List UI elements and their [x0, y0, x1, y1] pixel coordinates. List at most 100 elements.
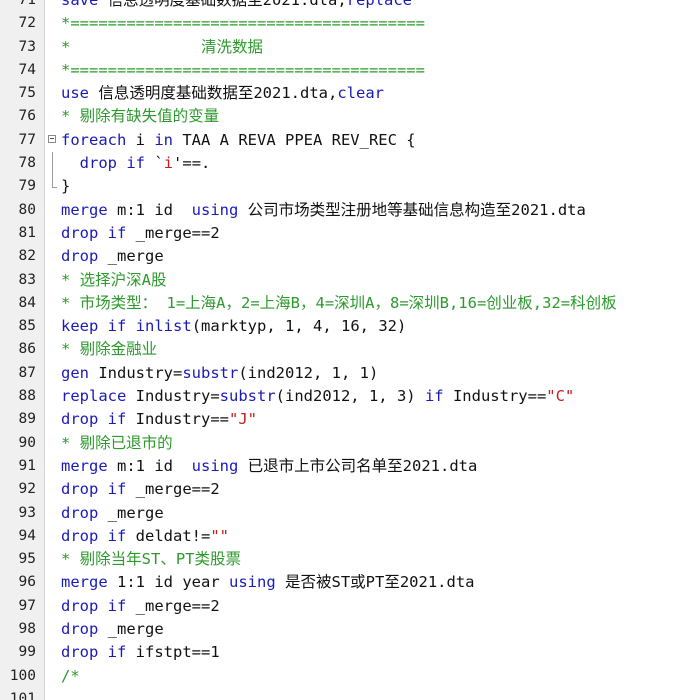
- code-keyword: if: [424, 387, 444, 406]
- code-line[interactable]: 97 drop if _merge==2: [0, 595, 700, 618]
- code-line[interactable]: 100 /*: [0, 665, 700, 688]
- code-keyword: drop: [61, 620, 99, 639]
- code-keyword: drop: [61, 223, 99, 242]
- code-line[interactable]: 80 merge m:1 id using 公司市场类型注册地等基础信息构造至20…: [0, 199, 700, 222]
- code-line[interactable]: 83 * 选择沪深A股: [0, 269, 700, 292]
- code-text: merge m:1 id using 公司市场类型注册地等基础信息构造至2021…: [61, 199, 586, 222]
- code-token: 信息透明度基础数据至2021.dta,: [89, 84, 338, 103]
- line-number: 80: [18, 201, 36, 218]
- code-line[interactable]: 98 drop _merge: [0, 618, 700, 641]
- line-number: 72: [18, 15, 36, 32]
- code-line[interactable]: 93 drop _merge: [0, 502, 700, 525]
- code-line[interactable]: 89 drop if Industry=="J": [0, 408, 700, 431]
- code-token: TAA A REVA PPEA REV_REC {: [173, 130, 416, 149]
- code-keyword: if: [107, 480, 127, 499]
- line-number: 71: [18, 0, 36, 8]
- code-token: m:1 id: [107, 456, 192, 475]
- code-line[interactable]: 73 * 清洗数据: [0, 36, 700, 59]
- line-number: 75: [18, 85, 36, 102]
- code-keyword: drop: [61, 480, 99, 499]
- code-line[interactable]: 71 save 信息透明度基础数据至2021.dta,replace: [0, 0, 700, 12]
- code-token: (ind2012, 1, 3): [275, 387, 425, 406]
- line-number: 82: [18, 248, 36, 265]
- code-keyword: in: [154, 130, 173, 149]
- code-token: m:1 id: [107, 200, 192, 219]
- code-line[interactable]: 75 use 信息透明度基础数据至2021.dta,clear: [0, 82, 700, 105]
- code-token: `: [145, 154, 164, 173]
- code-text: }: [61, 175, 70, 198]
- code-keyword: merge: [61, 200, 108, 219]
- code-keyword: drop: [61, 596, 99, 615]
- code-text: replace Industry=substr(ind2012, 1, 3) i…: [61, 385, 574, 408]
- code-line[interactable]: 85 keep if inlist(marktyp, 1, 4, 16, 32): [0, 315, 700, 338]
- code-line[interactable]: 72 *=====================================…: [0, 12, 700, 35]
- code-line[interactable]: 77 foreach i in TAA A REVA PPEA REV_REC {: [0, 129, 700, 152]
- code-comment: * 剔除已退市的: [61, 433, 173, 452]
- line-number: 83: [18, 271, 36, 288]
- code-keyword: drop: [61, 410, 99, 429]
- code-line[interactable]: 88 replace Industry=substr(ind2012, 1, 3)…: [0, 385, 700, 408]
- code-line[interactable]: 90 * 剔除已退市的: [0, 432, 700, 455]
- code-line[interactable]: 82 drop _merge: [0, 245, 700, 268]
- code-token: _merge: [98, 247, 164, 266]
- line-number: 99: [18, 644, 36, 661]
- code-keyword: substr: [219, 387, 276, 406]
- code-line[interactable]: 81 drop if _merge==2: [0, 222, 700, 245]
- code-keyword: drop: [61, 503, 99, 522]
- code-line[interactable]: 87 gen Industry=substr(ind2012, 1, 1): [0, 362, 700, 385]
- code-text: save 信息透明度基础数据至2021.dta,replace: [61, 0, 412, 12]
- code-line[interactable]: 91 merge m:1 id using 已退市上市公司名单至2021.dta: [0, 455, 700, 478]
- code-line[interactable]: 99 drop if ifstpt==1: [0, 641, 700, 664]
- code-text: * 剔除当年ST、PT类股票: [61, 548, 241, 571]
- code-token: Industry=: [126, 387, 220, 406]
- code-token: Industry==: [126, 410, 229, 429]
- code-keyword: using: [229, 573, 276, 592]
- line-number: 76: [18, 108, 36, 125]
- code-token: }: [61, 177, 71, 196]
- code-line[interactable]: 78 drop if `i'==.: [0, 152, 700, 176]
- code-token: (ind2012, 1, 1): [238, 363, 379, 382]
- code-line[interactable]: 76 * 剔除有缺失值的变量: [0, 105, 700, 128]
- code-line[interactable]: 74 *=====================================…: [0, 59, 700, 82]
- code-text: /*: [61, 665, 80, 688]
- code-line[interactable]: 79}: [0, 175, 700, 198]
- line-number: 78: [18, 155, 36, 172]
- line-number: 97: [18, 597, 36, 614]
- code-comment: * 剔除有缺失值的变量: [61, 107, 220, 126]
- line-number: 100: [9, 667, 36, 684]
- line-number: 93: [18, 504, 36, 521]
- code-comment: * 清洗数据: [61, 37, 263, 56]
- code-token: Industry==: [443, 387, 547, 406]
- code-line[interactable]: 94 drop if deldat!="": [0, 525, 700, 548]
- code-line[interactable]: 86 * 剔除金融业: [0, 338, 700, 361]
- code-token: ifstpt==1: [126, 643, 220, 662]
- code-line[interactable]: 101: [0, 688, 700, 700]
- code-string: "C": [546, 387, 575, 406]
- code-keyword: if: [107, 596, 127, 615]
- code-keyword: if: [107, 526, 127, 545]
- code-keyword: replace: [61, 387, 127, 406]
- code-editor[interactable]: 71 save 信息透明度基础数据至2021.dta,replace 72 *====…: [0, 0, 700, 700]
- code-text: * 剔除有缺失值的变量: [61, 105, 219, 128]
- code-token: 已退市上市公司名单至2021.dta: [238, 456, 478, 475]
- code-token: 公司市场类型注册地等基础信息构造至2021.dta: [238, 200, 586, 219]
- code-comment: * 剔除金融业: [61, 340, 158, 359]
- code-token: 1:1 id year: [107, 573, 229, 592]
- code-line[interactable]: 84 * 市场类型： 1=上海A，2=上海B，4=深圳A，8=深圳B,16=创业板…: [0, 292, 700, 315]
- code-line[interactable]: 96 merge 1:1 id year using 是否被ST或PT至2021.…: [0, 571, 700, 594]
- line-number: 90: [18, 434, 36, 451]
- code-lines[interactable]: 71 save 信息透明度基础数据至2021.dta,replace 72 *====…: [0, 0, 700, 700]
- line-number: 91: [18, 457, 36, 474]
- line-number: 89: [18, 411, 36, 428]
- code-line[interactable]: 95 * 剔除当年ST、PT类股票: [0, 548, 700, 571]
- code-line[interactable]: 92 drop if _merge==2: [0, 478, 700, 501]
- fold-toggle-icon[interactable]: [47, 129, 57, 152]
- line-number: 86: [18, 341, 36, 358]
- line-number: 73: [18, 38, 36, 55]
- code-keyword: drop: [61, 643, 99, 662]
